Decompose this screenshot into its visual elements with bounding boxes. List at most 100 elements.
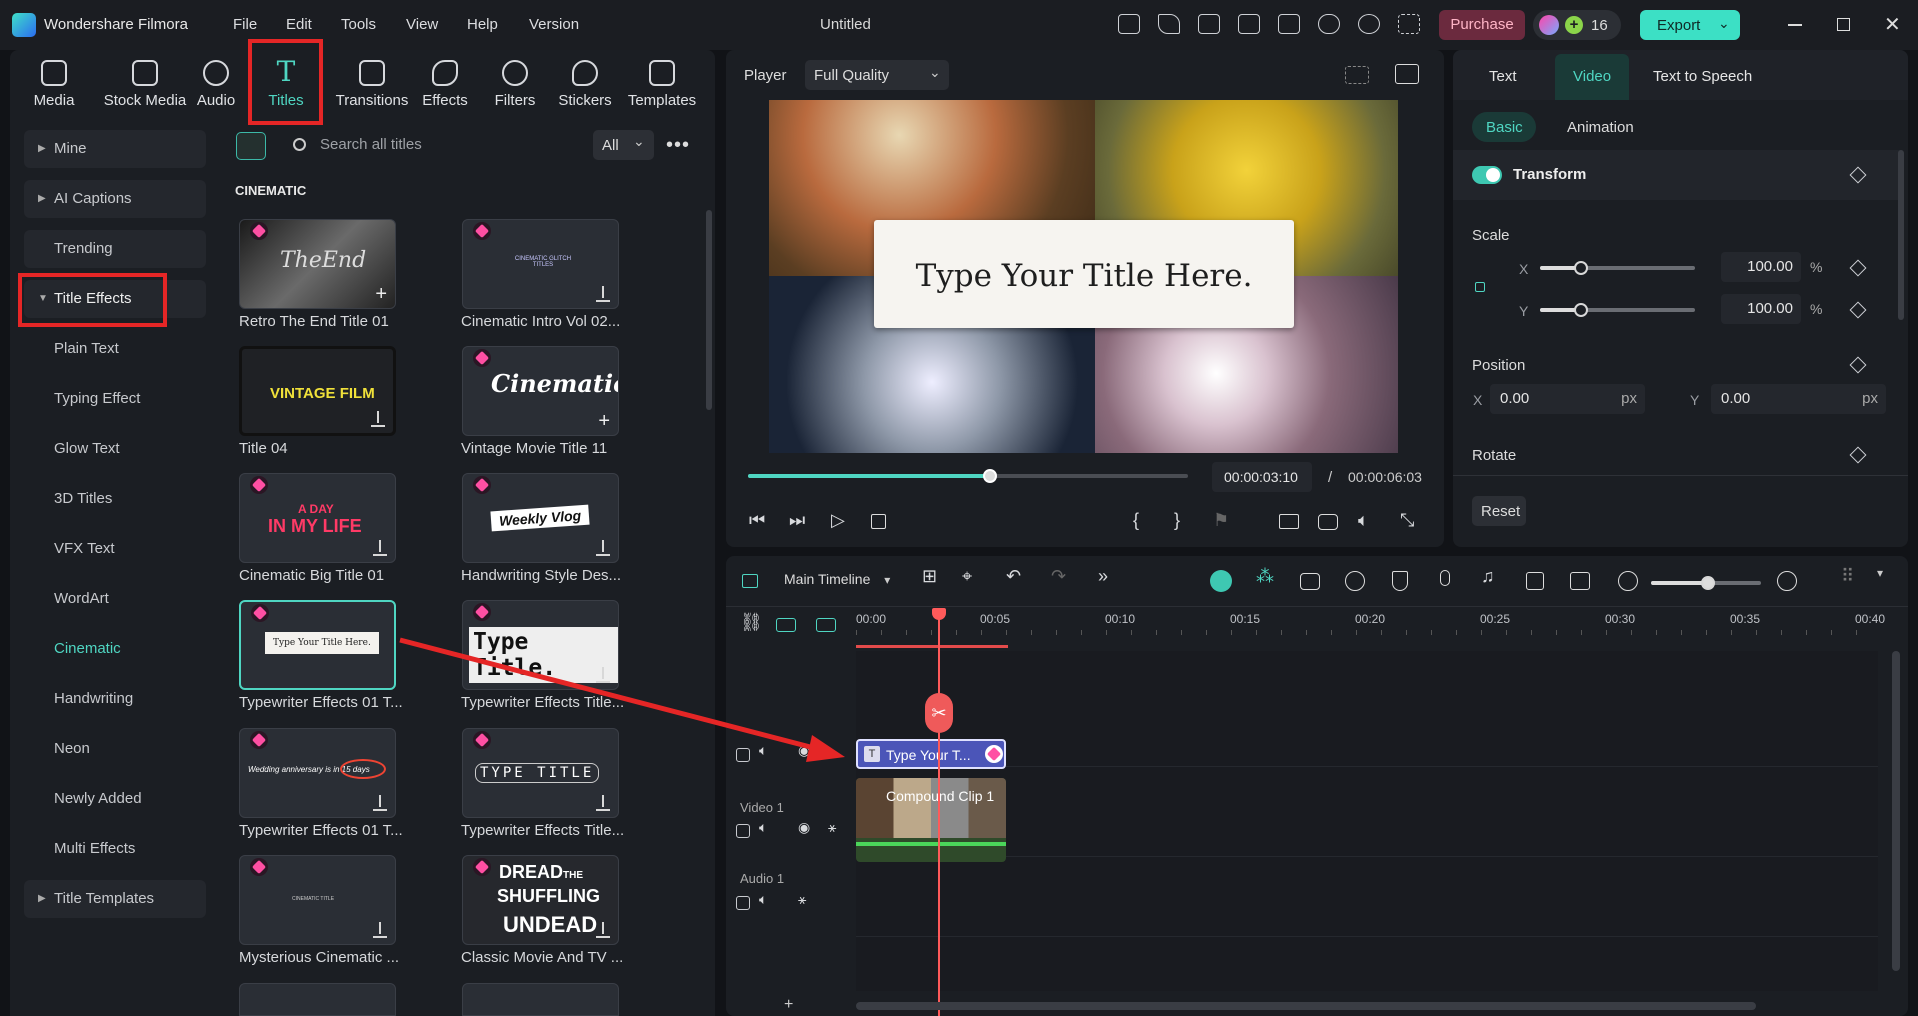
menu-help[interactable]: Help: [467, 16, 498, 33]
home-icon[interactable]: [742, 574, 758, 588]
cloud-icon[interactable]: [1318, 14, 1340, 34]
download-icon[interactable]: [596, 286, 610, 302]
export-button[interactable]: Export ⌄: [1640, 10, 1740, 40]
redo-icon[interactable]: ↷: [1051, 566, 1066, 587]
title-clip[interactable]: T Type Your T...: [856, 739, 1006, 769]
tab-text-to-speech[interactable]: Text to Speech: [1653, 68, 1752, 85]
props-scrollbar[interactable]: [1898, 150, 1904, 320]
multi-select-icon[interactable]: ⊞: [922, 566, 937, 587]
menu-tools[interactable]: Tools: [341, 16, 376, 33]
position-x-input[interactable]: 0.00 px: [1490, 384, 1645, 414]
download-icon[interactable]: [373, 540, 387, 556]
preview-canvas[interactable]: Type Your Title Here.: [769, 100, 1398, 453]
support-icon[interactable]: [1358, 14, 1380, 34]
layout-options-icon[interactable]: ⠿: [1841, 566, 1854, 587]
send-icon[interactable]: [1158, 14, 1180, 34]
add-track-button[interactable]: +: [784, 996, 793, 1014]
sidebar-item-typing-effect[interactable]: Typing Effect: [24, 380, 206, 418]
add-icon[interactable]: +: [375, 284, 387, 304]
range-bar[interactable]: [856, 645, 1008, 648]
track-effect-icon[interactable]: ⚹: [828, 819, 836, 836]
keyframe-icon[interactable]: [1849, 356, 1867, 374]
download-icon[interactable]: [596, 540, 610, 556]
microphone-icon[interactable]: [1440, 570, 1450, 586]
credits-pill[interactable]: + 16: [1533, 10, 1621, 40]
sidebar-item-ai-captions[interactable]: ▶ AI Captions: [24, 180, 206, 218]
scale-y-input[interactable]: 100.00: [1721, 294, 1801, 324]
filter-dropdown[interactable]: All ⌄: [593, 130, 654, 160]
download-icon[interactable]: [596, 667, 610, 683]
marker-icon[interactable]: ⚑: [1213, 510, 1229, 531]
tab-stickers[interactable]: Stickers: [550, 60, 620, 109]
undo-icon[interactable]: ↶: [1006, 566, 1021, 587]
snapshot-view-icon[interactable]: [1395, 64, 1419, 84]
tab-filters[interactable]: Filters: [480, 60, 550, 109]
close-icon[interactable]: ✕: [1884, 12, 1901, 37]
mark-in-icon[interactable]: {: [1133, 510, 1139, 531]
menu-view[interactable]: View: [406, 16, 438, 33]
preview-title-card[interactable]: Type Your Title Here.: [874, 220, 1294, 328]
sidebar-item-title-templates[interactable]: ▶ Title Templates: [24, 880, 206, 918]
more-tools-icon[interactable]: »: [1098, 566, 1108, 587]
title-thumb-handwriting-style[interactable]: Weekly Vlog: [462, 473, 619, 563]
sidebar-item-wordart[interactable]: WordArt: [24, 580, 206, 618]
track-effect-icon[interactable]: ⚹: [798, 891, 806, 908]
timeline-v-scrollbar[interactable]: [1892, 651, 1900, 971]
download-icon[interactable]: [596, 795, 610, 811]
title-thumb-title-04[interactable]: VINTAGE FILM: [239, 346, 396, 436]
timeline-h-scrollbar[interactable]: [856, 1002, 1756, 1010]
scrollbar[interactable]: [706, 210, 712, 410]
title-thumb-partial[interactable]: [462, 983, 619, 1016]
title-thumb-cinematic-intro[interactable]: CINEMATIC GLITCH TITLES: [462, 219, 619, 309]
prev-frame-icon[interactable]: ⏮: [749, 510, 765, 531]
playhead-line[interactable]: [938, 611, 940, 1016]
audio-mixer-icon[interactable]: ♫: [1481, 566, 1495, 587]
sidebar-item-vfx-text[interactable]: VFX Text: [24, 530, 206, 568]
menu-file[interactable]: File: [233, 16, 257, 33]
title-thumb-classic-movie[interactable]: DREAD THE SHUFFLING UNDEAD: [462, 855, 619, 945]
volume-icon[interactable]: 🔈︎: [1358, 510, 1369, 531]
title-thumb-cinematic-big[interactable]: A DAY IN MY LIFE: [239, 473, 396, 563]
lock-icon[interactable]: [1475, 282, 1485, 292]
more-options-icon[interactable]: •••: [666, 134, 690, 157]
track-lock-icon[interactable]: [736, 748, 750, 762]
sidebar-item-neon[interactable]: Neon: [24, 730, 206, 768]
add-icon[interactable]: +: [598, 411, 610, 431]
timeline-selector[interactable]: Main Timeline ▾: [784, 571, 890, 587]
layout-icon[interactable]: [1238, 14, 1260, 34]
restore-icon[interactable]: [1837, 18, 1850, 31]
auto-ripple-icon[interactable]: ⁂: [1256, 566, 1274, 587]
play-icon[interactable]: ▷: [831, 510, 845, 531]
tab-audio[interactable]: Audio: [181, 60, 251, 109]
track-eye-icon[interactable]: ◉: [798, 742, 810, 759]
apps-grid-icon[interactable]: [1398, 14, 1420, 34]
report-icon[interactable]: [1198, 14, 1220, 34]
keyframe-icon[interactable]: [1849, 259, 1867, 277]
zoom-in-icon[interactable]: [1777, 571, 1797, 591]
tab-text[interactable]: Text: [1489, 68, 1517, 85]
gift-icon[interactable]: [1118, 14, 1140, 34]
track-lock-icon[interactable]: [736, 896, 750, 910]
sidebar-item-newly-added[interactable]: Newly Added: [24, 780, 206, 818]
scale-x-handle[interactable]: [1574, 261, 1588, 275]
compound-clip[interactable]: Compound Clip 1: [856, 778, 1006, 862]
grid-view-icon[interactable]: [1345, 66, 1369, 84]
zoom-out-icon[interactable]: [1618, 571, 1638, 591]
add-track-icon[interactable]: [776, 618, 796, 632]
shield-icon[interactable]: [1392, 571, 1408, 591]
scale-y-slider[interactable]: [1540, 303, 1695, 317]
menu-version[interactable]: Version: [529, 16, 579, 33]
keyframe-icon[interactable]: [1849, 301, 1867, 319]
sidebar-item-cinematic[interactable]: Cinematic: [24, 630, 206, 668]
sidebar-item-mine[interactable]: ▶ Mine: [24, 130, 206, 168]
progress-handle[interactable]: [983, 469, 997, 483]
camera-icon[interactable]: [1318, 514, 1338, 530]
track-volume-icon[interactable]: 🔈︎: [759, 819, 767, 836]
transform-toggle[interactable]: [1472, 166, 1502, 184]
track-eye-icon[interactable]: ◉: [798, 819, 810, 836]
minimize-icon[interactable]: [1788, 24, 1802, 26]
sidebar-item-plain-text[interactable]: Plain Text: [24, 330, 206, 368]
title-thumb-mysterious[interactable]: CINEMATIC TITLE: [239, 855, 396, 945]
sidebar-item-handwriting[interactable]: Handwriting: [24, 680, 206, 718]
keyframe-icon[interactable]: [1849, 446, 1867, 464]
